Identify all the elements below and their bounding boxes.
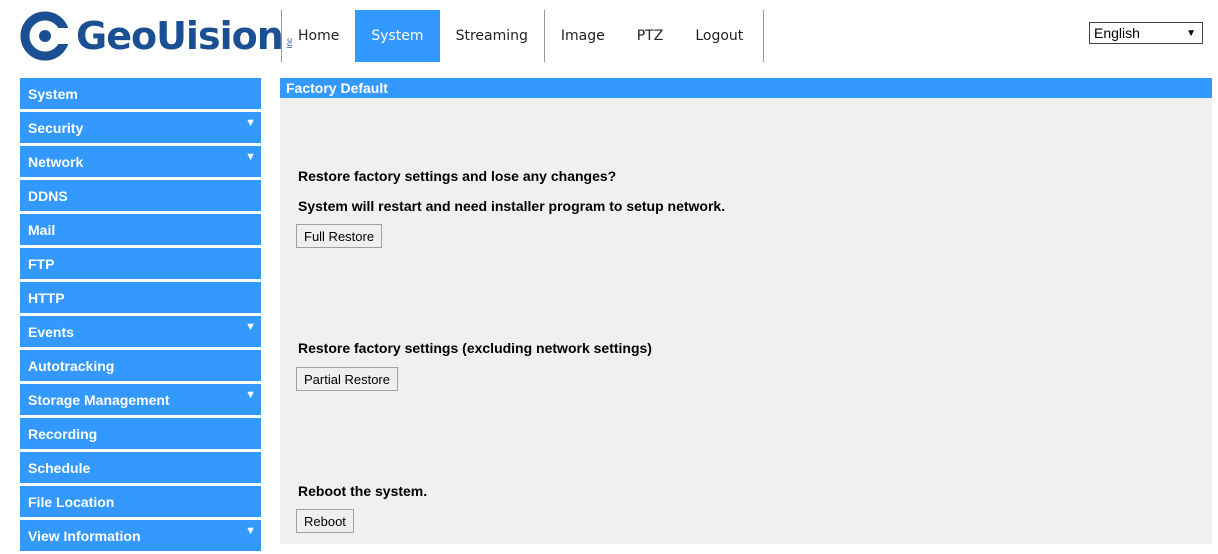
sidebar-item-label: Recording bbox=[28, 425, 98, 442]
tab-label: PTZ bbox=[636, 28, 664, 44]
tab-label: Image bbox=[560, 28, 605, 44]
expand-triangle-icon: ▼ bbox=[245, 321, 256, 333]
expand-triangle-icon: ▼ bbox=[245, 151, 256, 163]
sidebar-item-ftp[interactable]: FTP bbox=[20, 248, 261, 279]
tab-label: Streaming bbox=[455, 28, 528, 44]
sidebar-item-label: Schedule bbox=[28, 459, 91, 476]
sidebar-item-label: HTTP bbox=[28, 289, 65, 306]
page-title: Factory Default bbox=[280, 78, 1212, 98]
expand-triangle-icon: ▼ bbox=[245, 389, 256, 401]
tab-label: System bbox=[371, 28, 424, 44]
sidebar-item-label: View Information bbox=[28, 527, 141, 544]
reboot-description: Reboot the system. bbox=[298, 483, 428, 499]
expand-triangle-icon: ▼ bbox=[245, 525, 256, 537]
tab-ptz[interactable]: PTZ bbox=[621, 10, 680, 62]
sidebar: System Security ▼ Network ▼ DDNS Mail FTP … bbox=[20, 78, 261, 554]
sidebar-item-label: Security bbox=[28, 119, 84, 136]
sidebar-item-system[interactable]: System bbox=[20, 78, 261, 109]
sidebar-item-label: Events bbox=[28, 323, 74, 340]
partial-restore-description: Restore factory settings (excluding netw… bbox=[298, 340, 652, 356]
sidebar-item-label: Network bbox=[28, 153, 84, 170]
sidebar-item-network[interactable]: Network ▼ bbox=[20, 146, 261, 177]
main-content: Factory Default Restore factory settings… bbox=[280, 78, 1212, 544]
sidebar-item-ddns[interactable]: DDNS bbox=[20, 180, 261, 211]
tab-system[interactable]: System bbox=[355, 10, 440, 62]
sidebar-item-security[interactable]: Security ▼ bbox=[20, 112, 261, 143]
tab-home[interactable]: Home bbox=[282, 10, 355, 62]
geovision-logo: GeoUision inc bbox=[20, 6, 294, 66]
tab-image[interactable]: Image bbox=[543, 10, 621, 62]
sidebar-item-label: DDNS bbox=[28, 187, 68, 204]
tab-streaming[interactable]: Streaming bbox=[440, 10, 544, 62]
tab-label: Logout bbox=[695, 28, 744, 44]
sidebar-item-recording[interactable]: Recording bbox=[20, 418, 261, 449]
sidebar-item-http[interactable]: HTTP bbox=[20, 282, 261, 313]
expand-triangle-icon: ▼ bbox=[245, 117, 256, 129]
full-restore-warning: Restore factory settings and lose any ch… bbox=[298, 168, 617, 184]
sidebar-item-mail[interactable]: Mail bbox=[20, 214, 261, 245]
sidebar-item-label: Storage Management bbox=[28, 391, 170, 408]
sidebar-item-label: FTP bbox=[28, 255, 55, 272]
language-select[interactable]: English ▼ bbox=[1089, 22, 1203, 44]
sidebar-item-autotracking[interactable]: Autotracking bbox=[20, 350, 261, 381]
language-selected: English bbox=[1094, 25, 1140, 41]
top-navigation: Home System Streaming Image PTZ Logout bbox=[281, 10, 765, 62]
sidebar-item-events[interactable]: Events ▼ bbox=[20, 316, 261, 347]
sidebar-item-view-information[interactable]: View Information ▼ bbox=[20, 520, 261, 551]
sidebar-item-label: Mail bbox=[28, 221, 56, 238]
full-restore-note: System will restart and need installer p… bbox=[298, 198, 726, 214]
tab-logout[interactable]: Logout bbox=[679, 10, 765, 62]
sidebar-item-label: Autotracking bbox=[28, 357, 115, 374]
sidebar-item-file-location[interactable]: File Location bbox=[20, 486, 261, 517]
sidebar-item-label: File Location bbox=[28, 493, 115, 510]
partial-restore-button[interactable]: Partial Restore bbox=[296, 367, 398, 391]
logo-text: GeoUision bbox=[76, 14, 284, 58]
tab-label: Home bbox=[298, 28, 340, 44]
logo-c-mark-icon bbox=[20, 11, 70, 61]
reboot-button[interactable]: Reboot bbox=[296, 509, 354, 533]
sidebar-item-schedule[interactable]: Schedule bbox=[20, 452, 261, 483]
dropdown-arrow-icon: ▼ bbox=[1186, 27, 1196, 39]
sidebar-item-label: System bbox=[28, 85, 78, 102]
full-restore-button[interactable]: Full Restore bbox=[296, 224, 383, 248]
sidebar-item-storage-management[interactable]: Storage Management ▼ bbox=[20, 384, 261, 415]
